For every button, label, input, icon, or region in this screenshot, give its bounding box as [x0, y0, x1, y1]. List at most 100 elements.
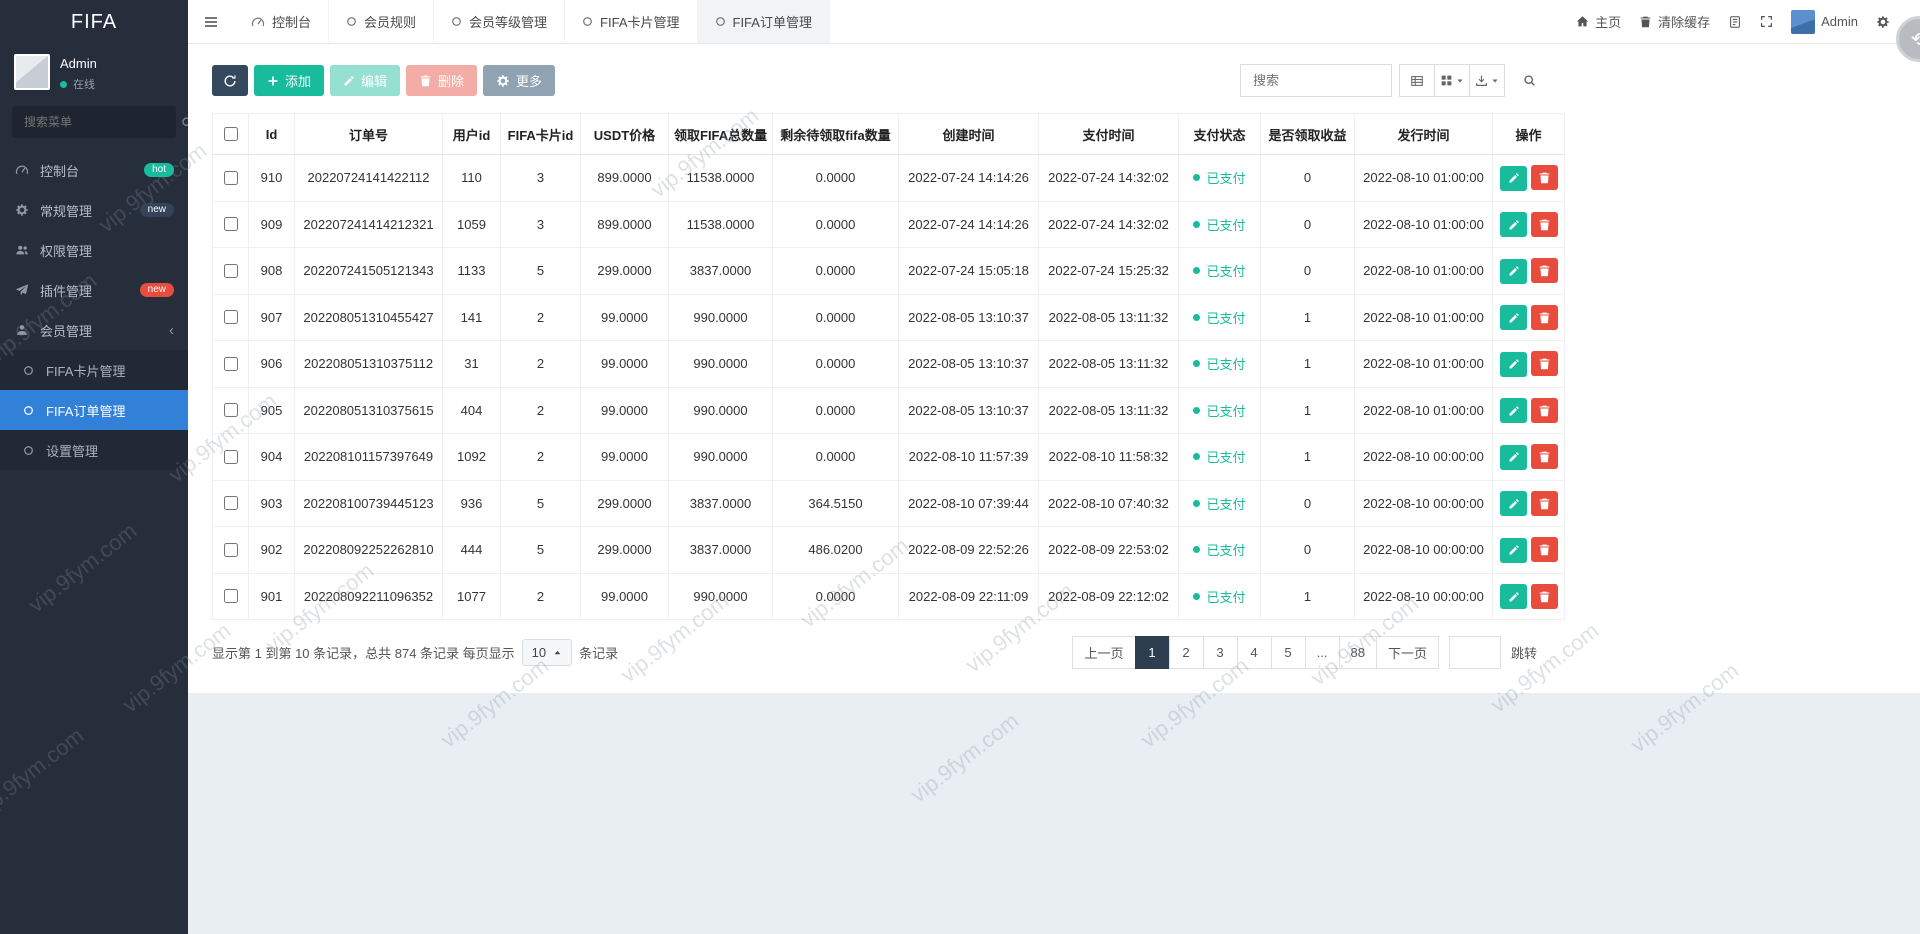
fullscreen-button[interactable]	[1760, 15, 1773, 28]
page-4[interactable]: 4	[1236, 636, 1272, 669]
toggle-view-button[interactable]	[1399, 64, 1435, 97]
row-checkbox[interactable]	[224, 170, 238, 185]
user-avatar[interactable]	[14, 54, 50, 90]
cell-status: 已支付	[1178, 526, 1261, 574]
delete-row-button[interactable]	[1531, 537, 1558, 562]
sidebar-item-dashboard[interactable]: 控制台 hot	[0, 150, 188, 190]
row-checkbox[interactable]	[224, 403, 238, 418]
delete-row-button[interactable]	[1531, 397, 1558, 423]
page-88[interactable]: 88	[1338, 636, 1377, 669]
page-5[interactable]: 5	[1270, 636, 1306, 669]
columns-button[interactable]	[1434, 64, 1470, 97]
more-button[interactable]: 更多	[483, 65, 556, 96]
row-checkbox[interactable]	[224, 542, 238, 557]
jump-page-input[interactable]	[1448, 636, 1501, 669]
trash-icon	[1538, 357, 1551, 370]
cell-card-id: 5	[500, 247, 581, 295]
sidebar-item-fifa-card[interactable]: FIFA卡片管理	[0, 350, 188, 390]
row-checkbox[interactable]	[224, 217, 238, 232]
tab-member-rules[interactable]: 会员规则	[329, 0, 435, 43]
table-footer: 显示第 1 到第 10 条记录，总共 874 条记录 每页显示 10 条记录 上…	[212, 636, 1547, 669]
row-checkbox[interactable]	[224, 449, 238, 464]
cell-status: 已支付	[1178, 386, 1261, 434]
user-menu[interactable]: Admin	[1791, 9, 1858, 34]
add-button[interactable]: 添加	[254, 65, 325, 96]
tab-fifa-card[interactable]: FIFA卡片管理	[565, 0, 698, 43]
cell-remaining: 0.0000	[772, 386, 899, 434]
row-checkbox-cell	[212, 572, 249, 620]
delete-row-button[interactable]	[1531, 211, 1558, 237]
panel: 添加 编辑 删除 更多 搜索 Id 订单号 用户id FIFA卡片id USDT…	[188, 44, 1920, 693]
cell-remaining: 0.0000	[772, 340, 899, 388]
clear-cache-button[interactable]: 清除缓存	[1639, 12, 1710, 31]
delete-row-button[interactable]	[1531, 490, 1558, 516]
row-checkbox[interactable]	[224, 589, 238, 604]
sidebar-item-fifa-order[interactable]: FIFA订单管理	[0, 390, 188, 430]
cell-total: 11538.0000	[668, 200, 773, 248]
edit-row-button[interactable]	[1500, 398, 1527, 423]
delete-row-button[interactable]	[1531, 351, 1558, 376]
jump-button[interactable]: 跳转	[1501, 643, 1547, 662]
edit-row-button[interactable]	[1500, 584, 1527, 609]
table-icon	[1410, 74, 1424, 88]
trash-icon	[1639, 15, 1652, 28]
sidebar-item-member[interactable]: 会员管理 ‹	[0, 310, 188, 350]
tab-member-level[interactable]: 会员等级管理	[434, 0, 566, 43]
cell-income: 1	[1260, 386, 1355, 434]
row-checkbox[interactable]	[224, 356, 238, 371]
edit-row-button[interactable]	[1500, 212, 1527, 237]
delete-row-button[interactable]	[1531, 583, 1558, 609]
refresh-button[interactable]	[212, 65, 248, 96]
edit-row-button[interactable]	[1500, 351, 1527, 377]
page-2[interactable]: 2	[1168, 636, 1204, 669]
sidebar-item-general[interactable]: 常规管理 new	[0, 190, 188, 230]
table-search-input[interactable]	[1251, 72, 1381, 89]
trash-icon	[1538, 590, 1551, 603]
settings-button[interactable]	[1876, 15, 1890, 29]
export-button[interactable]	[1469, 64, 1505, 97]
select-all-checkbox[interactable]	[224, 127, 238, 141]
log-icon	[1728, 15, 1742, 29]
cell-issued: 2022-08-10 00:00:00	[1354, 479, 1493, 527]
brand-logo: FIFA	[70, 10, 118, 33]
sidebar-item-auth[interactable]: 权限管理	[0, 230, 188, 270]
row-checkbox[interactable]	[224, 263, 238, 278]
page-size-select[interactable]: 10	[521, 639, 573, 666]
delete-row-button[interactable]	[1531, 444, 1558, 469]
caret-down-icon	[1491, 77, 1499, 85]
advanced-search-button[interactable]	[1511, 64, 1547, 97]
row-checkbox-cell	[212, 433, 249, 481]
tab-fifa-order[interactable]: FIFA订单管理	[697, 0, 830, 43]
cell-total: 11538.0000	[668, 154, 773, 202]
sidebar-item-settings[interactable]: 设置管理	[0, 430, 188, 470]
page-next[interactable]: 下一页	[1375, 636, 1439, 669]
row-checkbox-cell	[212, 479, 249, 527]
page-prev[interactable]: 上一页	[1072, 636, 1136, 669]
app-window: FIFA Admin 在线 控制台 hot 常规管理 new 权限管理插件管理 new 会员…	[0, 0, 1920, 934]
edit-button[interactable]: 编辑	[330, 65, 401, 96]
cell-id: 907	[248, 293, 295, 341]
delete-row-button[interactable]	[1531, 258, 1558, 283]
row-checkbox[interactable]	[224, 310, 238, 325]
tab-dashboard[interactable]: 控制台	[234, 0, 330, 43]
delete-row-button[interactable]	[1531, 304, 1558, 330]
cell-paid: 2022-08-05 13:11:32	[1038, 386, 1179, 434]
edit-row-button[interactable]	[1500, 444, 1527, 470]
page-3[interactable]: 3	[1202, 636, 1238, 669]
page-1[interactable]: 1	[1134, 636, 1170, 669]
delete-button[interactable]: 删除	[406, 65, 478, 96]
edit-row-button[interactable]	[1500, 305, 1527, 330]
edit-row-button[interactable]	[1500, 165, 1527, 191]
home-link[interactable]: 主页	[1576, 12, 1621, 31]
edit-row-button[interactable]	[1500, 537, 1527, 563]
edit-row-button[interactable]	[1500, 258, 1527, 284]
log-button[interactable]	[1728, 15, 1742, 29]
pencil-icon	[343, 75, 355, 87]
edit-row-button[interactable]	[1500, 491, 1527, 516]
row-checkbox[interactable]	[224, 496, 238, 511]
sidebar-search-input[interactable]	[22, 114, 181, 130]
delete-row-button[interactable]	[1531, 165, 1558, 190]
hamburger-menu-icon[interactable]	[188, 0, 234, 43]
sidebar-item-addon[interactable]: 插件管理 new	[0, 270, 188, 310]
status-badge: 已支付	[1193, 308, 1246, 327]
